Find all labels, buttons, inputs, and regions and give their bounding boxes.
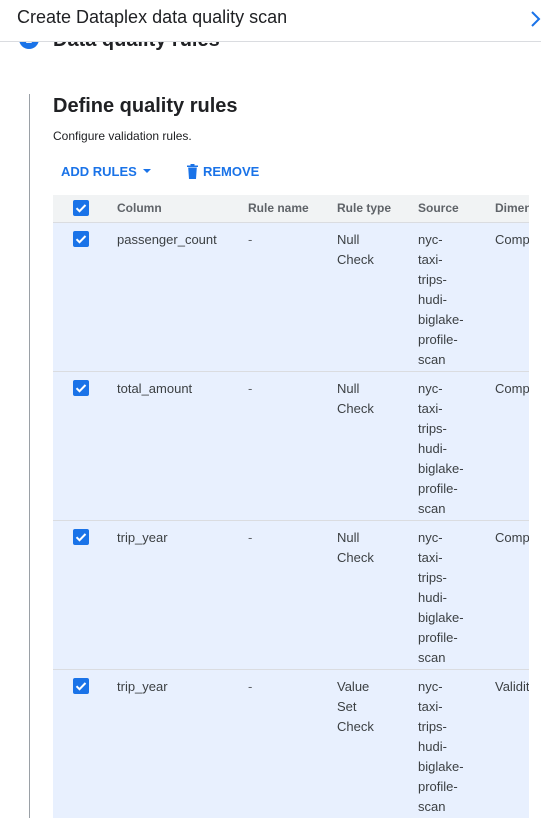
remove-label: REMOVE	[203, 163, 260, 179]
row-checkbox[interactable]	[73, 379, 89, 396]
cell-column: trip_year	[117, 529, 168, 545]
add-rules-button[interactable]: ADD RULES	[61, 160, 157, 182]
checkmark-icon	[75, 532, 87, 542]
dropdown-caret-icon	[142, 169, 151, 173]
row-checkbox[interactable]	[73, 230, 89, 247]
rules-table: Column Rule name Rule type Source Dimen …	[53, 195, 529, 818]
cell-rule-name: -	[248, 231, 253, 247]
trash-icon	[187, 164, 198, 179]
cell-dimension: Comp	[495, 231, 529, 247]
checkmark-icon	[75, 234, 87, 244]
section-title: Define quality rules	[53, 95, 238, 117]
column-header-column[interactable]: Column	[117, 195, 248, 222]
row-checkbox[interactable]	[73, 528, 89, 545]
checkmark-icon	[75, 204, 87, 213]
cell-dimension: Comp	[495, 380, 529, 396]
select-all-checkbox[interactable]	[73, 200, 89, 217]
cell-source: nyc-taxi-trips-hudi-biglake-profile-scan	[418, 529, 464, 665]
cell-dimension: Comp	[495, 529, 529, 545]
remove-button[interactable]: REMOVE	[183, 160, 259, 182]
add-rules-label: ADD RULES	[61, 163, 137, 179]
cell-rule-type: Null Check	[337, 529, 374, 565]
column-header-dimension[interactable]: Dimen	[495, 195, 529, 222]
column-header-rule-name[interactable]: Rule name	[248, 195, 337, 222]
table-row[interactable]: trip_year - Null Check nyc-taxi-trips-hu…	[53, 520, 529, 669]
cell-rule-name: -	[248, 529, 253, 545]
cell-rule-name: -	[248, 380, 253, 396]
row-checkbox[interactable]	[73, 677, 89, 694]
cell-column: trip_year	[117, 678, 168, 694]
cell-column: total_amount	[117, 380, 193, 396]
page-title: Create Dataplex data quality scan	[17, 7, 288, 27]
page-header: Create Dataplex data quality scan	[0, 0, 541, 42]
cell-column: passenger_count	[117, 231, 217, 247]
section-subtitle: Configure validation rules.	[53, 129, 192, 143]
table-row[interactable]: passenger_count - Null Check nyc-taxi-tr…	[53, 222, 529, 371]
cell-rule-type: Null Check	[337, 380, 374, 416]
step-connector-line	[29, 94, 30, 818]
checkmark-icon	[75, 681, 87, 691]
table-header-row: Column Rule name Rule type Source Dimen	[53, 195, 529, 222]
cell-source: nyc-taxi-trips-hudi-biglake-profile-scan	[418, 678, 464, 814]
cell-dimension: Validit	[495, 678, 529, 694]
checkmark-icon	[75, 383, 87, 393]
cell-rule-name: -	[248, 678, 253, 694]
cell-rule-type: Null Check	[337, 231, 374, 267]
column-header-rule-type[interactable]: Rule type	[337, 195, 418, 222]
table-row[interactable]: total_amount - Null Check nyc-taxi-trips…	[53, 371, 529, 520]
chevron-right-icon[interactable]	[529, 9, 541, 29]
cell-source: nyc-taxi-trips-hudi-biglake-profile-scan	[418, 231, 464, 367]
table-row[interactable]: trip_year - Value Set Check nyc-taxi-tri…	[53, 669, 529, 818]
column-header-source[interactable]: Source	[418, 195, 495, 222]
cell-rule-type: Value Set Check	[337, 678, 374, 734]
cell-source: nyc-taxi-trips-hudi-biglake-profile-scan	[418, 380, 464, 516]
